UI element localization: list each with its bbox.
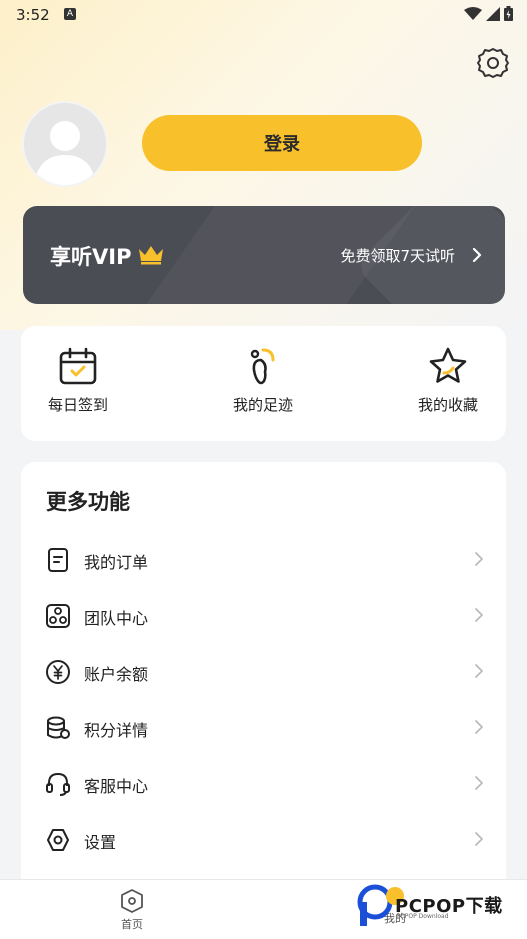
- calendar-check-icon: [59, 347, 97, 385]
- menu-item-team[interactable]: 团队中心: [21, 591, 506, 641]
- home-icon: [121, 889, 143, 913]
- menu-item-label: 客服中心: [84, 777, 149, 796]
- footprint-icon: [250, 348, 275, 385]
- status-icons: [464, 6, 513, 21]
- quick-action-favorites[interactable]: 我的收藏: [388, 346, 508, 415]
- status-time: 3:52: [16, 6, 50, 24]
- watermark-subtext: PCPOP Download: [397, 913, 449, 920]
- points-icon: [47, 716, 70, 739]
- menu-item-settings[interactable]: 设置: [21, 815, 506, 865]
- menu-item-balance[interactable]: 账户余额: [21, 647, 506, 697]
- menu-item-points[interactable]: 积分详情: [21, 703, 506, 753]
- signal-icon: [486, 6, 500, 21]
- menu-item-support[interactable]: 客服中心: [21, 759, 506, 809]
- order-icon: [48, 548, 68, 572]
- quick-action-label: 我的收藏: [417, 396, 478, 414]
- chevron-right-icon: [475, 776, 483, 790]
- tab-label: 首页: [121, 918, 143, 931]
- quick-action-checkin[interactable]: 每日签到: [18, 346, 138, 415]
- wifi-icon: [464, 6, 482, 20]
- headset-icon: [46, 772, 70, 796]
- tab-home[interactable]: 首页: [92, 888, 172, 932]
- avatar[interactable]: [22, 101, 108, 187]
- login-button[interactable]: 登录: [142, 115, 422, 171]
- chevron-right-icon: [475, 664, 483, 678]
- more-features-card: 更多功能 我的订单 团队中心 账户余额 积分详情 客服中心 设置: [21, 462, 506, 892]
- battery-icon: [504, 6, 513, 21]
- chevron-right-icon: [475, 720, 483, 734]
- settings-button[interactable]: [476, 46, 510, 80]
- default-avatar-icon: [34, 121, 96, 185]
- yen-icon: [46, 660, 70, 684]
- star-icon: [429, 347, 467, 383]
- chevron-right-icon: [475, 552, 483, 566]
- status-bar: 3:52 A: [0, 0, 527, 30]
- team-icon: [46, 604, 70, 628]
- watermark-logo: PCPOP下载 PCPOP Download: [357, 882, 527, 932]
- chevron-right-icon: [475, 832, 483, 846]
- menu-item-label: 团队中心: [84, 609, 149, 628]
- vip-trial-link[interactable]: 免费领取7天试听: [340, 245, 455, 266]
- gear-icon: [477, 48, 509, 78]
- menu-item-label: 账户余额: [84, 665, 149, 684]
- quick-action-footprint[interactable]: 我的足迹: [203, 346, 323, 415]
- menu-item-label: 我的订单: [84, 553, 149, 572]
- vip-card[interactable]: 享听VIP 免费领取7天试听: [23, 206, 505, 304]
- quick-action-label: 每日签到: [47, 396, 108, 414]
- menu-item-orders[interactable]: 我的订单: [21, 535, 506, 585]
- crown-icon: [139, 246, 163, 265]
- menu-item-label: 积分详情: [84, 721, 149, 740]
- settings-icon: [47, 829, 69, 851]
- menu-item-label: 设置: [84, 833, 117, 852]
- quick-actions-card: 每日签到 我的足迹 我的收藏: [21, 326, 506, 441]
- section-title: 更多功能: [46, 490, 130, 514]
- vip-title: 享听VIP: [50, 245, 132, 269]
- chevron-right-icon[interactable]: [471, 247, 483, 263]
- notification-icon: A: [64, 8, 76, 20]
- chevron-right-icon: [475, 608, 483, 622]
- quick-action-label: 我的足迹: [232, 396, 293, 414]
